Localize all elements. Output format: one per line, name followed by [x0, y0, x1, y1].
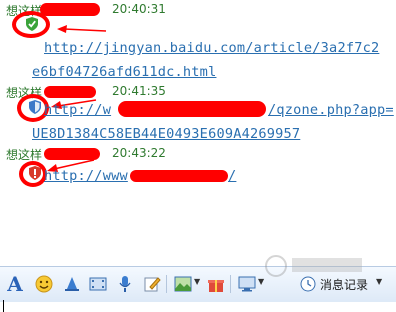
- voice-button[interactable]: [114, 273, 136, 295]
- message-time: 20:41:35: [112, 84, 166, 98]
- font-button[interactable]: A: [4, 272, 26, 296]
- screenshot-dropdown-arrow-icon[interactable]: ▼: [258, 277, 264, 286]
- message-sender: 想这样: [6, 148, 43, 162]
- redaction-scribble: [130, 170, 228, 182]
- screenshot-button[interactable]: [236, 273, 258, 295]
- toolbar-separator: [230, 275, 231, 293]
- annotation-circle: [12, 11, 50, 38]
- note-button[interactable]: [141, 273, 163, 295]
- clock-icon: [300, 276, 316, 292]
- microphone-icon: [119, 276, 131, 292]
- chat-link-3-line-1b[interactable]: /: [228, 168, 236, 184]
- chat-history: 想这样 20:40:31 http://jingyan.baidu.com/ar…: [0, 0, 396, 266]
- picture-icon: [174, 276, 192, 292]
- redaction-scribble: [40, 3, 100, 16]
- bell-icon: [65, 277, 79, 291]
- smiley-icon: [35, 275, 53, 293]
- gift-icon: [208, 280, 224, 292]
- annotation-arrow: [57, 25, 107, 33]
- film-icon: [89, 277, 107, 291]
- chat-link-2-line-2[interactable]: UE8D1384C58EB44E0493E609A4269957: [32, 126, 300, 142]
- emoji-button[interactable]: [33, 273, 55, 295]
- redaction-scribble: [118, 101, 266, 117]
- text-caret: [3, 300, 4, 312]
- shake-button[interactable]: [61, 273, 83, 295]
- note-pencil-icon: [144, 277, 161, 292]
- chat-link-1-line-2[interactable]: e6bf04726afd611dc.html: [32, 64, 216, 80]
- chat-link-2-line-1b[interactable]: /qzone.php?app=: [268, 102, 394, 118]
- image-button[interactable]: [172, 273, 194, 295]
- gift-button[interactable]: [205, 273, 227, 295]
- video-button[interactable]: [87, 273, 109, 295]
- chat-toolbar: A ▼ ▼ 消息记录 ▼: [0, 266, 396, 303]
- message-input[interactable]: [0, 302, 396, 312]
- message-history-button[interactable]: 消息记录: [320, 276, 368, 293]
- history-dropdown-arrow-icon[interactable]: ▼: [376, 277, 382, 286]
- chat-link-3-line-1[interactable]: http://www: [44, 168, 128, 184]
- image-dropdown-arrow-icon[interactable]: ▼: [194, 277, 200, 286]
- history-button-icon-wrap[interactable]: [297, 273, 319, 295]
- chat-link-1-line-1[interactable]: http://jingyan.baidu.com/article/3a2f7c2: [44, 40, 379, 56]
- monitor-icon: [238, 276, 256, 292]
- chat-link-2-line-1[interactable]: http://w: [44, 102, 111, 118]
- message-time: 20:40:31: [112, 2, 166, 16]
- annotation-circle: [19, 161, 47, 187]
- toolbar-separator: [166, 275, 167, 293]
- message-time: 20:43:22: [112, 146, 166, 160]
- font-A-icon: A: [7, 272, 23, 296]
